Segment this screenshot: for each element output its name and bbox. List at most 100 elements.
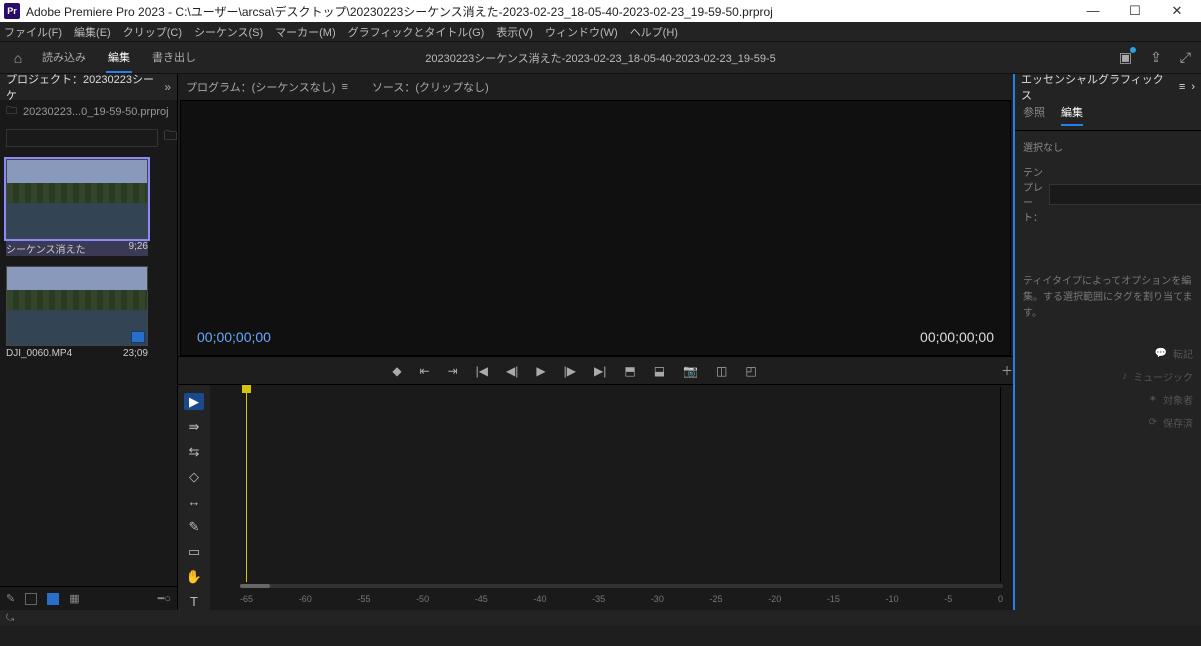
playhead[interactable] [246, 385, 247, 582]
menu-window[interactable]: ウィンドウ(W) [545, 24, 618, 40]
menu-file[interactable]: ファイル(F) [4, 24, 62, 40]
pen-icon[interactable]: ✎ [6, 592, 15, 605]
status-icon: ⤿ [6, 613, 14, 624]
document-name: 20230223シーケンス消えた-2023-02-23_18-05-40-202… [425, 50, 775, 66]
icon-view-icon[interactable] [47, 593, 59, 605]
music-icon: ♪ [1122, 371, 1127, 382]
eg-action-saved[interactable]: ⟳保存済 [1149, 415, 1193, 430]
clip-duration: 9;26 [129, 241, 148, 256]
program-tc-in[interactable]: 00;00;00;00 [197, 329, 271, 345]
menu-marker[interactable]: マーカー(M) [275, 24, 336, 40]
workspace-tab-import[interactable]: 読み込み [40, 43, 88, 73]
refresh-icon: ⟳ [1149, 417, 1157, 428]
safe-margins-icon[interactable]: ◰ [745, 364, 756, 378]
razor-tool[interactable]: ◇ [184, 468, 204, 485]
sparkle-icon: ✶ [1149, 394, 1157, 405]
menu-clip[interactable]: クリップ(C) [123, 24, 182, 40]
play-button[interactable]: ▶ [536, 364, 545, 378]
hand-tool[interactable]: ✋ [184, 568, 204, 585]
search-input[interactable] [6, 129, 158, 147]
essential-graphics-panel: エッセンシャルグラフィックス ≡ › 参照 編集 選択なし テンプレート： ティ… [1013, 74, 1201, 610]
eg-action-transcribe[interactable]: 💬転記 [1155, 346, 1193, 361]
clip-thumbnail[interactable] [6, 159, 148, 239]
transport-bar: ◆ ⇤ ⇥ |◀ ◀| ▶ |▶ ▶| ⬒ ⬓ 📷 ◫ ◰ ＋ [178, 356, 1013, 384]
slip-tool[interactable]: ↔ [184, 493, 204, 510]
menu-help[interactable]: ヘルプ(H) [630, 24, 678, 40]
clip-name: シーケンス消えた [6, 241, 86, 256]
eg-no-selection: 選択なし [1023, 139, 1193, 154]
bin-folder-icon[interactable]: 🗀 [6, 102, 17, 121]
timeline-body[interactable]: -65-60-55-50-45-40-35-30-25-20-15-10-50 [210, 385, 1013, 610]
menu-edit[interactable]: 編集(E) [74, 24, 111, 40]
workspace-tab-edit[interactable]: 編集 [106, 43, 132, 73]
selection-tool[interactable]: ▶ [184, 393, 204, 410]
panel-overflow-icon[interactable]: » [164, 80, 171, 94]
play-backward-button[interactable]: ◀| [506, 364, 518, 378]
mark-in-icon[interactable]: ◆ [392, 364, 401, 378]
list-view-icon[interactable] [25, 593, 37, 605]
step-back-button[interactable]: |◀ [476, 364, 488, 378]
new-bin-icon[interactable]: 🗀 [164, 127, 177, 149]
freeform-view-icon[interactable]: ▦ [69, 592, 79, 605]
quick-export-icon[interactable]: ▣ [1119, 49, 1132, 66]
go-out-icon[interactable]: ⇥ [448, 364, 458, 378]
eg-template-label: テンプレート： [1023, 164, 1043, 224]
go-in-icon[interactable]: ⇤ [420, 364, 430, 378]
maximize-button[interactable]: ☐ [1123, 3, 1147, 19]
insert-icon[interactable]: ⬒ [624, 364, 635, 378]
type-tool[interactable]: T [184, 593, 204, 610]
eg-panel-title: エッセンシャルグラフィックス [1021, 71, 1173, 103]
project-panel-title: プロジェクト：20230223シーケ [6, 71, 158, 103]
rectangle-tool[interactable]: ▭ [184, 543, 204, 560]
project-clip[interactable]: DJI_0060.MP4 23;09 [6, 266, 148, 359]
share-icon[interactable]: ⇪ [1150, 49, 1162, 66]
status-bar: ⤿ [0, 610, 1201, 626]
project-footer: ✎ ▦ ━○ [0, 586, 177, 610]
timeline-zoom-slider[interactable] [240, 584, 1003, 588]
eg-tab-edit[interactable]: 編集 [1061, 104, 1083, 126]
minimize-button[interactable]: — [1081, 3, 1105, 19]
play-forward-button[interactable]: |▶ [564, 364, 576, 378]
panel-menu-icon[interactable]: ≡ [1179, 81, 1185, 93]
eg-hint-text: ティイタイプによってオプションを編集。する選択範囲にタグを割り当てます。 [1023, 274, 1193, 322]
track-select-tool[interactable]: ⇛ [184, 418, 204, 435]
program-header: プログラム：(シーケンスなし) ≡ ソース：(クリップなし) [178, 74, 1013, 100]
comparison-icon[interactable]: ◫ [716, 364, 727, 378]
pen-tool[interactable]: ✎ [184, 518, 204, 535]
speech-icon: 💬 [1155, 348, 1167, 359]
bin-name: 20230223...0_19-59-50.prproj [23, 106, 169, 118]
clip-thumbnail[interactable] [6, 266, 148, 346]
fullscreen-icon[interactable]: ⤢ [1180, 49, 1191, 66]
eg-action-target[interactable]: ✶対象者 [1149, 392, 1193, 407]
step-forward-button[interactable]: ▶| [594, 364, 606, 378]
eg-tab-browse[interactable]: 参照 [1023, 104, 1045, 126]
timeline-ruler: -65-60-55-50-45-40-35-30-25-20-15-10-50 [240, 594, 1003, 604]
project-clip[interactable]: シーケンス消えた 9;26 [6, 159, 148, 256]
overwrite-icon[interactable]: ⬓ [654, 364, 665, 378]
workspace-tab-export[interactable]: 書き出し [150, 43, 198, 73]
menu-graphics[interactable]: グラフィックとタイトル(G) [348, 24, 485, 40]
eg-template-input[interactable] [1049, 184, 1201, 205]
timeline-panel: ▶ ⇛ ⇆ ◇ ↔ ✎ ▭ ✋ T -65-60-55-50-45-40-35-… [178, 384, 1013, 610]
menubar: ファイル(F) 編集(E) クリップ(C) シーケンス(S) マーカー(M) グ… [0, 22, 1201, 42]
app-icon: Pr [4, 3, 20, 19]
eg-action-music[interactable]: ♪ミュージック [1122, 369, 1193, 384]
workspace-bar: ⌂ 読み込み 編集 書き出し 20230223シーケンス消えた-2023-02-… [0, 42, 1201, 74]
project-panel: プロジェクト：20230223シーケ » 🗀 20230223...0_19-5… [0, 74, 178, 610]
menu-view[interactable]: 表示(V) [496, 24, 533, 40]
source-monitor-title[interactable]: ソース：(クリップなし) [372, 79, 489, 95]
close-button[interactable]: ✕ [1165, 3, 1189, 19]
program-tc-out[interactable]: 00;00;00;00 [920, 329, 994, 345]
menu-sequence[interactable]: シーケンス(S) [194, 24, 263, 40]
export-frame-icon[interactable]: 📷 [683, 364, 698, 378]
zoom-slider-icon[interactable]: ━○ [158, 592, 171, 605]
program-monitor-title[interactable]: プログラム：(シーケンスなし) [186, 79, 335, 95]
panel-menu-icon[interactable]: ≡ [341, 81, 347, 93]
clip-duration: 23;09 [123, 348, 148, 359]
program-monitor-view[interactable]: 00;00;00;00 00;00;00;00 [180, 100, 1011, 356]
ripple-edit-tool[interactable]: ⇆ [184, 443, 204, 460]
clip-name: DJI_0060.MP4 [6, 348, 72, 359]
button-editor-icon[interactable]: ＋ [1001, 362, 1013, 379]
home-icon[interactable]: ⌂ [0, 50, 36, 66]
panel-overflow-icon[interactable]: › [1191, 81, 1195, 93]
